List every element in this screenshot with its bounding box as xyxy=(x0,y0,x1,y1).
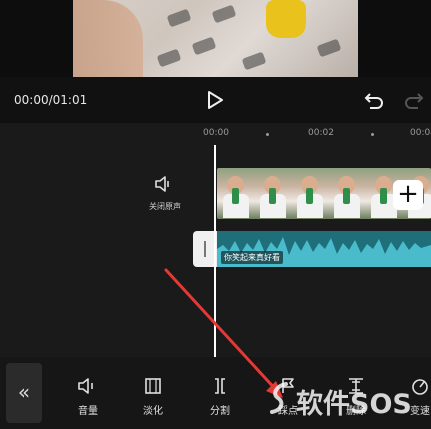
tool-split[interactable]: 分割 xyxy=(200,377,240,421)
audio-clip-label: 你笑起来真好看 xyxy=(221,251,283,264)
add-clip-button[interactable]: + xyxy=(393,180,423,210)
volume-icon xyxy=(78,378,93,394)
tool-fade[interactable]: 淡化 xyxy=(133,377,173,421)
mute-label: 关闭原声 xyxy=(149,202,181,211)
split-icon xyxy=(215,378,225,394)
tool-label: 淡化 xyxy=(143,406,163,417)
playback-controls: 00:00/01:01 xyxy=(0,77,431,123)
audio-clip-track[interactable]: 你笑起来真好看 xyxy=(217,231,431,267)
video-preview xyxy=(0,0,431,77)
ruler-tick: 00:04 xyxy=(410,128,431,138)
undo-icon[interactable] xyxy=(364,90,384,110)
watermark-text: 软件SOS xyxy=(296,389,412,420)
timecode-display: 00:00/01:01 xyxy=(14,93,88,107)
timeline-panel[interactable]: 00:00 00:02 00:04 关闭原声 + 你笑起来真好看 xyxy=(0,123,431,357)
preview-frame xyxy=(73,0,358,77)
play-icon[interactable] xyxy=(206,90,224,110)
mute-original-audio-button[interactable]: 关闭原声 xyxy=(140,175,190,215)
ruler-tick: 00:00 xyxy=(203,128,229,138)
tool-label: 音量 xyxy=(78,406,98,417)
tool-label: 分割 xyxy=(210,406,230,417)
speaker-icon xyxy=(155,176,169,192)
ruler-tick: 00:02 xyxy=(308,128,334,138)
tool-volume[interactable]: 音量 xyxy=(68,377,108,421)
toy-object xyxy=(266,0,306,38)
watermark-logo-icon xyxy=(270,382,288,414)
collapse-button[interactable]: « xyxy=(6,363,42,423)
playhead[interactable] xyxy=(214,145,216,357)
speed-icon xyxy=(412,379,428,395)
fade-icon xyxy=(145,378,161,394)
redo-icon[interactable] xyxy=(404,90,424,110)
